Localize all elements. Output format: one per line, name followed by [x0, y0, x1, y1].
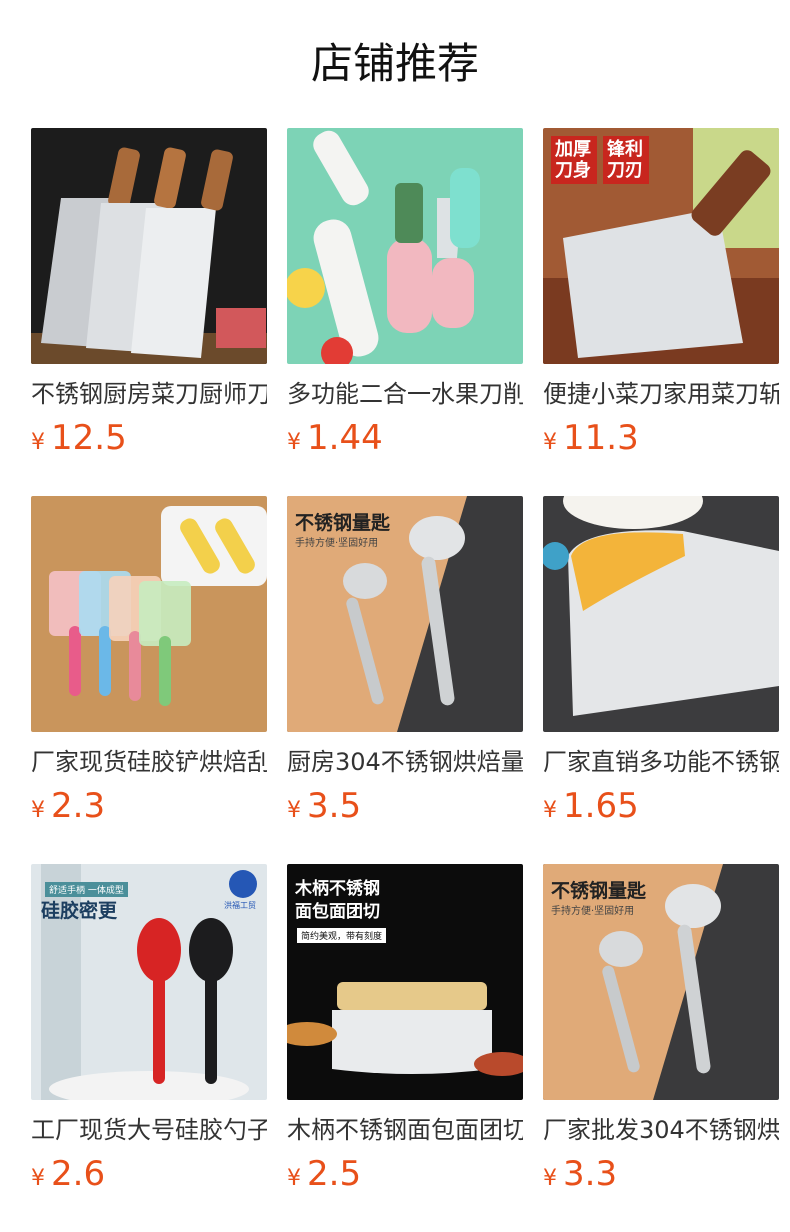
currency-symbol: ¥ [31, 798, 45, 823]
product-name[interactable]: 厂家批发304不锈钢烘焙量勺 [543, 1114, 779, 1146]
currency-symbol: ¥ [31, 1166, 45, 1191]
product-card[interactable]: 厂家现货硅胶铲烘焙刮刀 ¥2.3 [31, 496, 267, 834]
product-image[interactable] [287, 128, 523, 364]
badge-text-2: 锋利 刀刃 [607, 139, 643, 181]
product-name[interactable]: 多功能二合一水果刀削皮刀 [287, 378, 523, 410]
product-price: ¥12.5 [31, 416, 267, 466]
price-value: 2.5 [307, 1154, 362, 1194]
product-image[interactable]: 加厚 刀身 锋利 刀刃 [543, 128, 779, 364]
price-value: 3.5 [307, 786, 362, 826]
product-image[interactable] [31, 128, 267, 364]
price-value: 11.3 [563, 418, 639, 458]
currency-symbol: ¥ [543, 430, 557, 455]
price-value: 2.3 [51, 786, 106, 826]
currency-symbol: ¥ [287, 798, 301, 823]
product-price: ¥2.3 [31, 784, 267, 834]
product-price: ¥2.5 [287, 1152, 523, 1202]
product-name[interactable]: 工厂现货大号硅胶勺子 [31, 1114, 267, 1146]
product-name[interactable]: 便捷小菜刀家用菜刀斩切刀 [543, 378, 779, 410]
image-subtext: 简约美观，带有刻度 [297, 928, 387, 943]
product-name[interactable]: 不锈钢厨房菜刀厨师刀 [31, 378, 267, 410]
price-value: 2.6 [51, 1154, 106, 1194]
product-card[interactable]: 不锈钢量匙 手持方便·坚固好用 厂家批发304不锈钢烘焙量勺 ¥3.3 [543, 864, 779, 1202]
product-price: ¥1.65 [543, 784, 779, 834]
product-name[interactable]: 厂家直销多功能不锈钢刮板 [543, 746, 779, 778]
product-card[interactable]: 舒适手柄 一体成型 硅胶密更 洪福工贸 工厂现货大号硅胶勺子 ¥2.6 [31, 864, 267, 1202]
image-headline: 硅胶密更 [41, 900, 118, 922]
product-card[interactable]: 木柄不锈钢面包面团切 简约美观，带有刻度 木柄不锈钢面包面团切刀 ¥2.5 [287, 864, 523, 1202]
product-price: ¥2.6 [31, 1152, 267, 1202]
product-price: ¥1.44 [287, 416, 523, 466]
product-image[interactable]: 不锈钢量匙 手持方便·坚固好用 [543, 864, 779, 1100]
product-name[interactable]: 厨房304不锈钢烘焙量勺 [287, 746, 523, 778]
image-headline: 木柄不锈钢 面包面团切 [295, 879, 380, 922]
price-value: 3.3 [563, 1154, 618, 1194]
badge-text-1: 加厚 刀身 [555, 139, 591, 181]
product-card[interactable]: 不锈钢厨房菜刀厨师刀 ¥12.5 [31, 128, 267, 466]
brand-text: 洪福工贸 [224, 901, 256, 910]
product-price: ¥3.3 [543, 1152, 779, 1202]
product-card[interactable]: 多功能二合一水果刀削皮刀 ¥1.44 [287, 128, 523, 466]
product-price: ¥3.5 [287, 784, 523, 834]
image-subtext: 手持方便·坚固好用 [551, 906, 635, 917]
currency-symbol: ¥ [31, 430, 45, 455]
product-image[interactable]: 不锈钢量匙 手持方便·坚固好用 [287, 496, 523, 732]
image-headline: 不锈钢量匙 [551, 880, 647, 902]
product-card[interactable]: 加厚刀身 锋利刀刃 便捷小菜刀家用菜刀斩切刀 ¥11.3 [543, 128, 779, 466]
product-image[interactable]: 木柄不锈钢 面包面团切 简约美观，带有刻度 [287, 864, 523, 1100]
currency-symbol: ¥ [543, 798, 557, 823]
price-value: 1.65 [563, 786, 639, 826]
price-value: 1.44 [307, 418, 383, 458]
product-price: ¥11.3 [543, 416, 779, 466]
product-image[interactable] [543, 496, 779, 732]
currency-symbol: ¥ [287, 430, 301, 455]
currency-symbol: ¥ [543, 1166, 557, 1191]
product-image[interactable] [31, 496, 267, 732]
image-headline: 不锈钢量匙 [295, 512, 391, 534]
currency-symbol: ¥ [287, 1166, 301, 1191]
price-value: 12.5 [51, 418, 127, 458]
product-card[interactable]: 不锈钢量匙 手持方便·坚固好用 厨房304不锈钢烘焙量勺 ¥3.5 [287, 496, 523, 834]
section-title: 店铺推荐 [310, 39, 479, 88]
product-image[interactable]: 舒适手柄 一体成型 硅胶密更 洪福工贸 [31, 864, 267, 1100]
product-name[interactable]: 木柄不锈钢面包面团切刀 [287, 1114, 523, 1146]
product-name[interactable]: 厂家现货硅胶铲烘焙刮刀 [31, 746, 267, 778]
image-tag: 舒适手柄 一体成型 [45, 882, 128, 897]
product-card[interactable]: 厂家直销多功能不锈钢刮板 ¥1.65 [543, 496, 779, 834]
image-subtext: 手持方便·坚固好用 [295, 538, 379, 549]
